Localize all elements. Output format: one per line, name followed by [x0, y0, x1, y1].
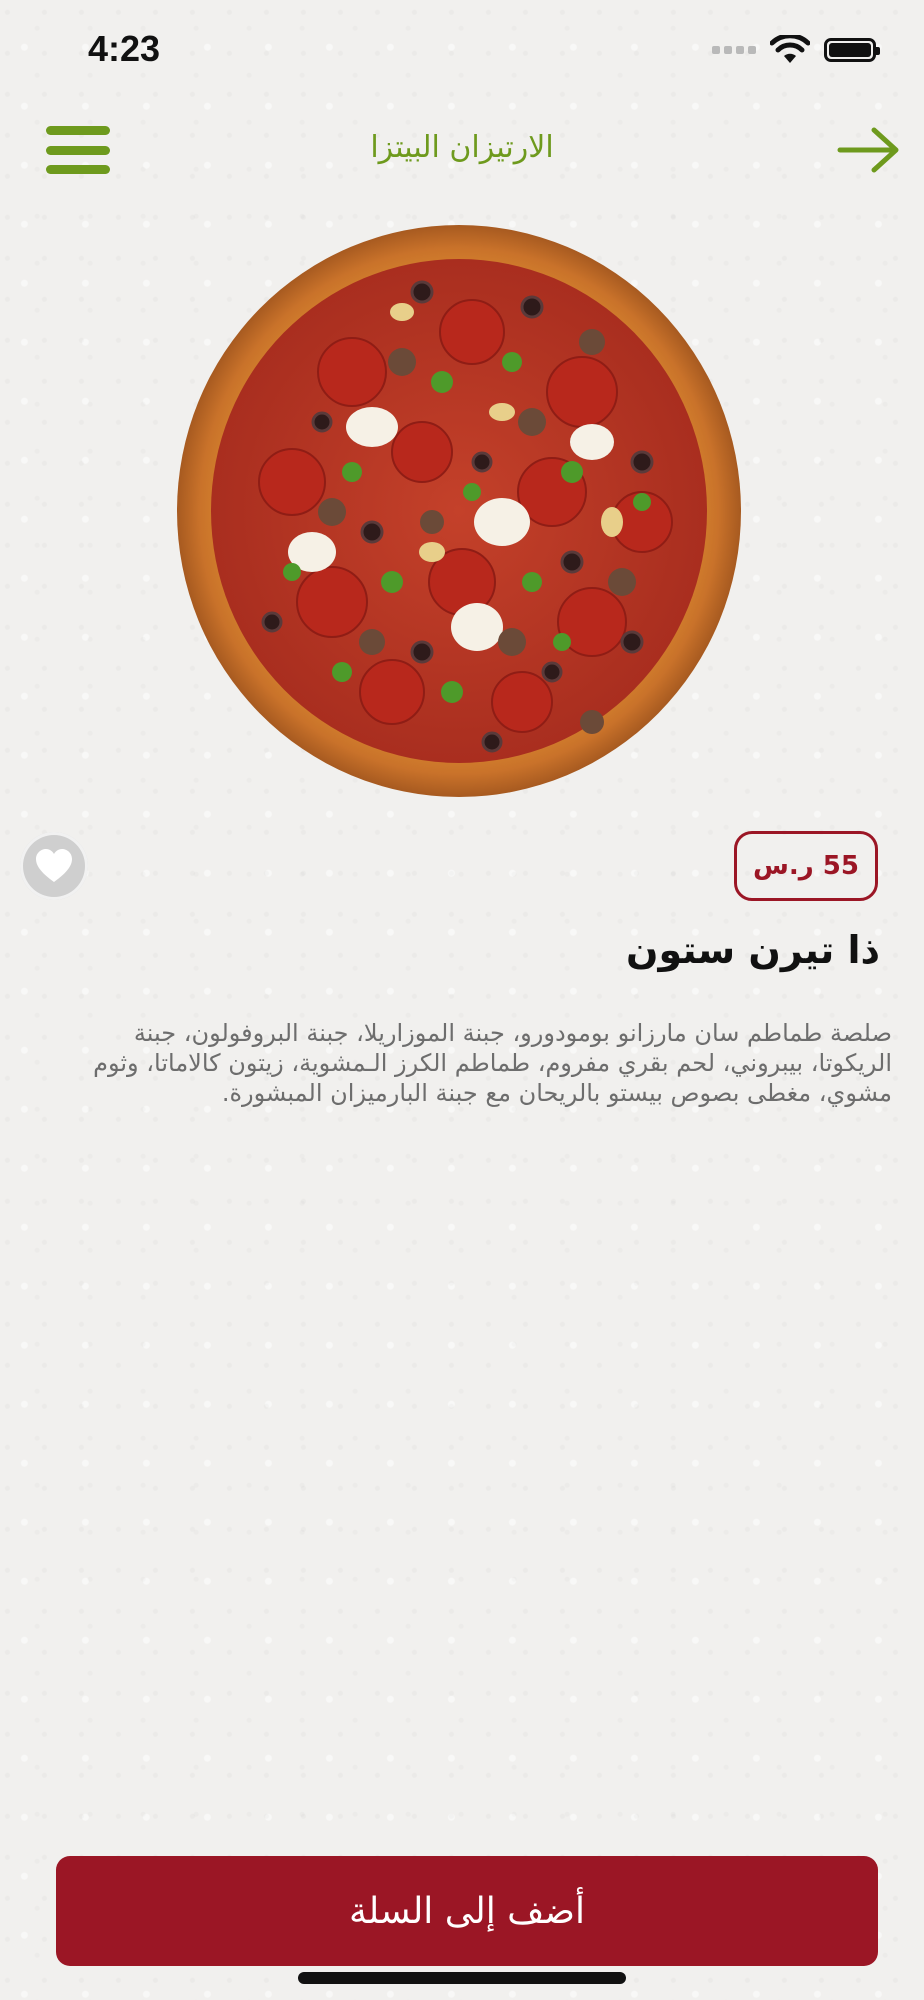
- product-description: صلصة طماطم سان مارزانو بومودورو، جبنة ال…: [93, 1019, 892, 1107]
- page-title: الارتيزان البيتزا: [370, 130, 554, 165]
- add-to-cart-button[interactable]: أضف إلى السلة: [56, 1856, 878, 1966]
- pizza-image: [172, 222, 746, 800]
- favorite-button[interactable]: [20, 832, 88, 900]
- arrow-right-icon: [837, 127, 899, 173]
- status-icons: [712, 32, 880, 68]
- home-indicator: [298, 1972, 626, 1984]
- status-bar: 4:23: [0, 0, 924, 100]
- wifi-icon: [770, 35, 810, 63]
- status-time: 4:23: [88, 28, 161, 69]
- cellular-signal-icon: [712, 46, 756, 54]
- product-name: ذا تيرن ستون: [626, 928, 880, 972]
- price-badge: 55 ر.س: [734, 831, 878, 901]
- heart-icon: [36, 849, 72, 882]
- back-button[interactable]: [836, 120, 902, 180]
- battery-icon: [824, 38, 880, 62]
- app-header: الارتيزان البيتزا: [0, 110, 924, 190]
